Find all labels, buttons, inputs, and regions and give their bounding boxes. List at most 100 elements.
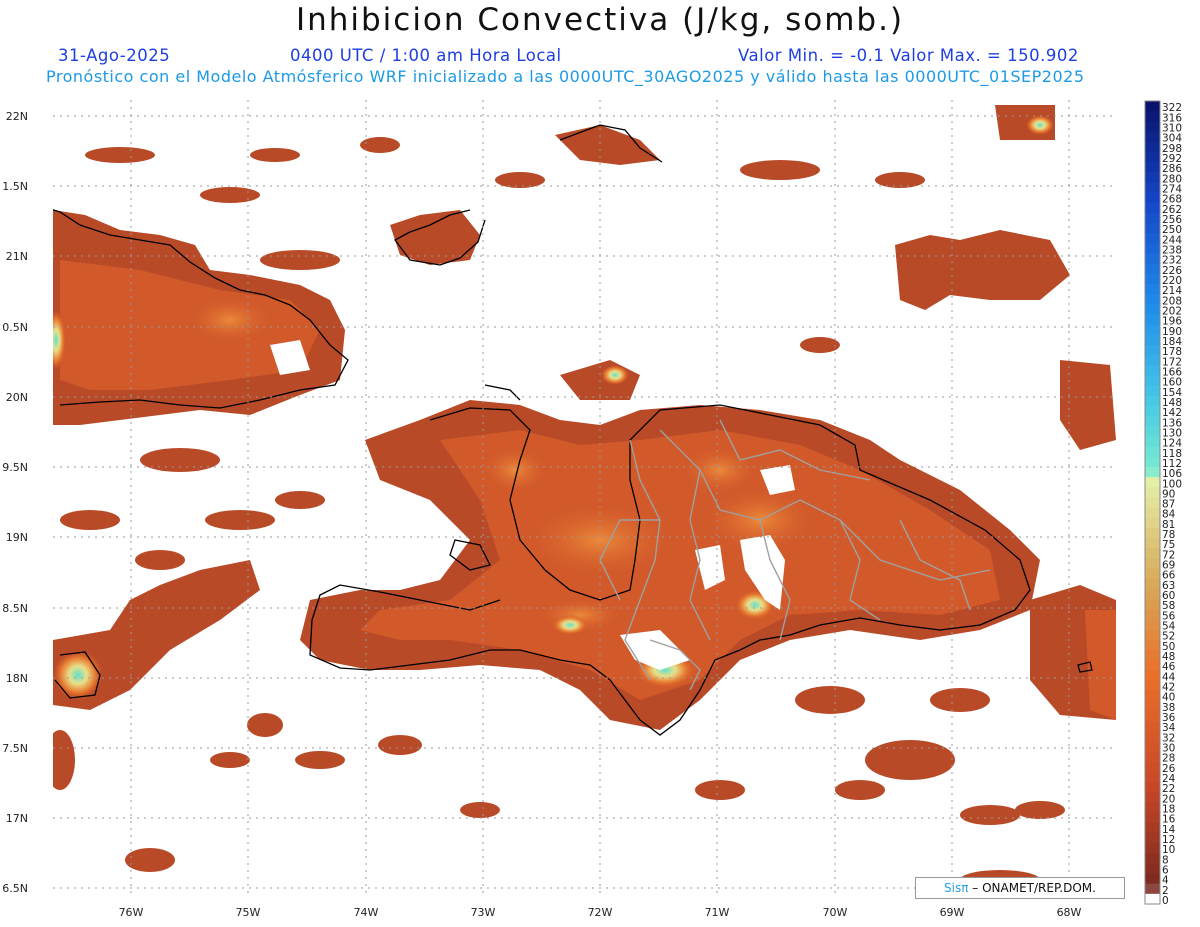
colorbar-label: 0 <box>1162 895 1169 907</box>
colorbar-swatch <box>1145 721 1160 732</box>
lat-label: 19N <box>6 531 28 544</box>
colorbar-swatch <box>1145 395 1160 407</box>
colorbar-swatch <box>1145 893 1160 905</box>
colorbar-swatch <box>1145 263 1160 275</box>
colorbar-swatch <box>1145 761 1160 773</box>
lat-label: 17N <box>6 812 28 825</box>
colorbar-swatch <box>1145 832 1160 844</box>
colorbar-swatch <box>1145 365 1160 376</box>
lat-label: 22N <box>6 110 28 123</box>
colorbar-swatch <box>1145 599 1160 610</box>
colorbar-swatch <box>1145 192 1160 204</box>
sispi-logo: Sisπ <box>944 881 969 895</box>
colorbar-swatch <box>1145 446 1160 458</box>
colorbar-swatch <box>1145 111 1160 122</box>
colorbar-swatch <box>1145 344 1160 356</box>
colorbar-swatch <box>1145 588 1160 600</box>
colorbar-swatch <box>1145 243 1160 254</box>
colorbar-swatch <box>1145 883 1160 895</box>
colorbar-swatch <box>1145 222 1160 234</box>
colorbar-swatch <box>1145 355 1160 366</box>
colorbar-swatch <box>1145 385 1160 397</box>
colorbar-swatch <box>1145 873 1160 885</box>
colorbar-swatch <box>1145 700 1160 712</box>
colorbar-swatch <box>1145 182 1160 193</box>
colorbar-swatch <box>1145 771 1160 783</box>
lat-label: 21N <box>6 250 28 263</box>
colorbar-swatch <box>1145 558 1160 569</box>
lat-label: 20N <box>6 391 28 404</box>
colorbar-swatch <box>1145 101 1160 112</box>
colorbar-swatch <box>1145 507 1160 519</box>
colorbar-swatch <box>1145 670 1160 681</box>
colorbar-swatch <box>1145 680 1160 691</box>
credit-text: – ONAMET/REP.DOM. <box>972 881 1096 895</box>
lat-label: 9.5N <box>2 461 28 474</box>
lon-label: 70W <box>823 906 848 919</box>
colorbar-swatch <box>1145 649 1160 661</box>
colorbar: 3223163103042982922862802742682622562502… <box>1144 100 1182 907</box>
colorbar-swatch <box>1145 436 1160 447</box>
lon-label: 74W <box>354 906 379 919</box>
map-canvas: 22N 1.5N 21N 0.5N 20N 9.5N 19N 8.5N 18N … <box>2 100 1182 919</box>
lat-label: 1.5N <box>2 180 28 193</box>
colorbar-swatch <box>1145 629 1160 641</box>
colorbar-swatch <box>1145 304 1160 315</box>
lat-label: 7.5N <box>2 742 28 755</box>
colorbar-swatch <box>1145 466 1160 478</box>
colorbar-swatch <box>1145 639 1160 651</box>
colorbar-swatch <box>1145 212 1160 224</box>
colorbar-swatch <box>1145 741 1160 752</box>
colorbar-swatch <box>1145 202 1160 214</box>
colorbar-swatch <box>1145 497 1160 508</box>
colorbar-swatch <box>1145 426 1160 437</box>
colorbar-swatch <box>1145 822 1160 834</box>
colorbar-swatch <box>1145 568 1160 580</box>
colorbar-swatch <box>1145 151 1160 163</box>
colorbar-swatch <box>1145 253 1160 265</box>
lon-label: 72W <box>588 906 613 919</box>
colorbar-swatch <box>1145 863 1160 874</box>
colorbar-swatch <box>1145 802 1160 813</box>
lat-label: 8.5N <box>2 602 28 615</box>
colorbar-swatch <box>1145 578 1160 590</box>
colorbar-swatch <box>1145 161 1160 173</box>
colorbar-swatch <box>1145 548 1160 559</box>
colorbar-swatch <box>1145 273 1160 285</box>
lat-label: 18N <box>6 672 28 685</box>
lon-label: 73W <box>471 906 496 919</box>
colorbar-swatch <box>1145 731 1160 742</box>
colorbar-swatch <box>1145 314 1160 326</box>
colorbar-swatch <box>1145 405 1160 417</box>
colorbar-swatch <box>1145 233 1160 244</box>
colorbar-swatch <box>1145 456 1160 468</box>
colorbar-swatch <box>1145 477 1160 488</box>
colorbar-swatch <box>1145 283 1160 295</box>
colorbar-swatch <box>1145 792 1160 803</box>
colorbar-swatch <box>1145 487 1160 498</box>
colorbar-swatch <box>1145 690 1160 702</box>
credit-box: Sisπ – ONAMET/REP.DOM. <box>915 877 1125 899</box>
colorbar-swatch <box>1145 121 1160 132</box>
colorbar-swatch <box>1145 416 1160 427</box>
lat-label: 6.5N <box>2 882 28 895</box>
colorbar-swatch <box>1145 375 1160 387</box>
colorbar-swatch <box>1145 172 1160 183</box>
colorbar-swatch <box>1145 619 1160 630</box>
colorbar-swatch <box>1145 131 1160 143</box>
colorbar-swatch <box>1145 324 1160 336</box>
colorbar-swatch <box>1145 334 1160 346</box>
colorbar-swatch <box>1145 751 1160 763</box>
colorbar-swatch <box>1145 853 1160 864</box>
lon-label: 76W <box>119 906 144 919</box>
colorbar-swatch <box>1145 843 1160 854</box>
colorbar-swatch <box>1145 517 1160 529</box>
colorbar-swatch <box>1145 294 1160 305</box>
colorbar-swatch <box>1145 660 1160 671</box>
lon-label: 68W <box>1057 906 1082 919</box>
colorbar-swatch <box>1145 527 1160 539</box>
lat-label: 0.5N <box>2 321 28 334</box>
lon-label: 71W <box>705 906 730 919</box>
colorbar-swatch <box>1145 812 1160 824</box>
colorbar-swatch <box>1145 609 1160 620</box>
